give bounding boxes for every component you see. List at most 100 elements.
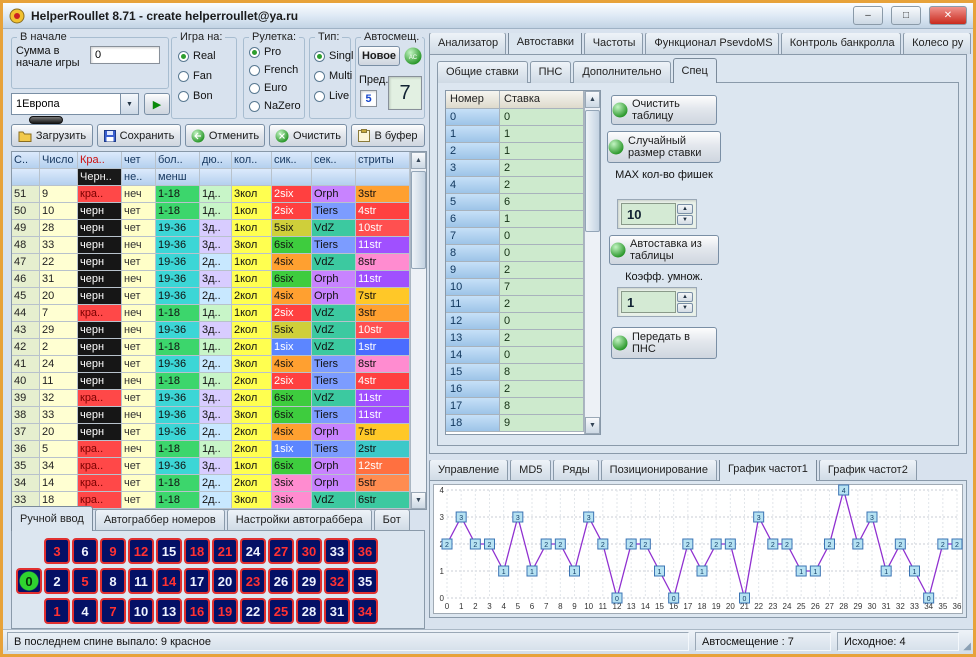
scrollbar-track[interactable] — [411, 169, 426, 492]
tab-number-grabber[interactable]: Автограббер номеров — [95, 509, 225, 531]
numpad-cell-16[interactable]: 16 — [184, 598, 210, 624]
bet-row[interactable]: 21 — [446, 143, 584, 160]
bet-row[interactable]: 140 — [446, 347, 584, 364]
numpad-cell-14[interactable]: 14 — [156, 568, 182, 594]
bet-row[interactable]: 70 — [446, 228, 584, 245]
minimize-button[interactable]: – — [853, 6, 883, 25]
scroll-down-icon[interactable]: ▼ — [411, 492, 426, 509]
numpad-cell-25[interactable]: 25 — [268, 598, 294, 624]
load-button[interactable]: Загрузить — [11, 124, 93, 147]
history-row[interactable]: 4520чернчет19-362д..2кол4sixOrph7str — [12, 288, 410, 305]
tab-psevdoms[interactable]: Функционал PsevdoMS — [645, 33, 778, 54]
numpad-cell-29[interactable]: 29 — [296, 568, 322, 594]
history-row[interactable]: 3932кра..чет19-363д..2кол6sixVdZ11str — [12, 390, 410, 407]
numpad-cell-36[interactable]: 36 — [352, 538, 378, 564]
small-toggle-button[interactable] — [29, 116, 63, 124]
bet-row[interactable]: 112 — [446, 296, 584, 313]
tab-rows[interactable]: Ряды — [553, 460, 598, 481]
history-row[interactable]: 4329черннеч19-363д..2кол5sixVdZ10str — [12, 322, 410, 339]
numpad-cell-2[interactable]: 2 — [44, 568, 70, 594]
radio-singl[interactable]: Singl — [314, 50, 353, 62]
numpad-cell-24[interactable]: 24 — [240, 538, 266, 564]
multiplier-input[interactable]: 1 — [621, 291, 676, 313]
tab-md5[interactable]: MD5 — [510, 460, 551, 481]
transfer-pns-button[interactable]: Передать в ПНС — [611, 327, 717, 359]
numpad-cell-34[interactable]: 34 — [352, 598, 378, 624]
tab-autobets[interactable]: Автоставки — [508, 33, 582, 54]
numpad-cell-13[interactable]: 13 — [156, 598, 182, 624]
numpad-cell-10[interactable]: 10 — [128, 598, 154, 624]
resize-grip[interactable]: ◢ — [963, 641, 971, 652]
tab-grabber-settings[interactable]: Настройки автограббера — [227, 509, 372, 531]
history-row[interactable]: 3720чернчет19-362д..2кол4sixOrph7str — [12, 424, 410, 441]
bet-row[interactable]: 189 — [446, 415, 584, 432]
bet-row[interactable]: 80 — [446, 245, 584, 262]
radio-french[interactable]: French — [249, 64, 298, 76]
history-row[interactable]: 3534кра..чет19-363д..1кол6sixOrph12str — [12, 458, 410, 475]
numpad-cell-11[interactable]: 11 — [128, 568, 154, 594]
history-scrollbar[interactable]: ▲ ▼ — [410, 152, 426, 509]
numpad-cell-20[interactable]: 20 — [212, 568, 238, 594]
tab-additional[interactable]: Дополнительно — [573, 61, 670, 83]
scroll-up-icon[interactable]: ▲ — [411, 152, 426, 169]
tab-bot[interactable]: Бот — [374, 509, 410, 531]
scroll-down-icon[interactable]: ▼ — [585, 417, 600, 434]
spin-up-icon[interactable]: ▲ — [677, 204, 693, 214]
numpad-cell-31[interactable]: 31 — [324, 598, 350, 624]
tab-positioning[interactable]: Позиционирование — [601, 460, 717, 481]
numpad-cell-21[interactable]: 21 — [212, 538, 238, 564]
tab-bankroll[interactable]: Контроль банкролла — [781, 33, 901, 54]
numpad-cell-22[interactable]: 22 — [240, 598, 266, 624]
numpad-cell-35[interactable]: 35 — [352, 568, 378, 594]
tab-freq-chart2[interactable]: График частот2 — [819, 460, 917, 481]
tab-freq-chart1[interactable]: График частот1 — [719, 460, 817, 481]
bet-row[interactable]: 32 — [446, 160, 584, 177]
new-autoshift-button[interactable]: Новое — [358, 46, 400, 66]
bet-row[interactable]: 56 — [446, 194, 584, 211]
clear-table-button[interactable]: Очистить таблицу — [611, 95, 717, 125]
bet-row[interactable]: 92 — [446, 262, 584, 279]
numpad-cell-27[interactable]: 27 — [268, 538, 294, 564]
history-row[interactable]: 4631черннеч19-363д..1кол6sixOrph11str — [12, 271, 410, 288]
radio-bon[interactable]: Bon — [178, 90, 213, 102]
maximize-button[interactable]: □ — [891, 6, 921, 25]
history-row[interactable]: 4722чернчет19-362д..1кол4sixVdZ8str — [12, 254, 410, 271]
spin-down-icon[interactable]: ▼ — [677, 303, 693, 313]
tab-analyzer[interactable]: Анализатор — [429, 33, 506, 54]
numpad-cell-33[interactable]: 33 — [324, 538, 350, 564]
chevron-down-icon[interactable]: ▼ — [120, 94, 138, 114]
bet-row[interactable]: 132 — [446, 330, 584, 347]
radio-multi[interactable]: Multi — [314, 70, 352, 82]
numpad-cell-15[interactable]: 15 — [156, 538, 182, 564]
radio-real[interactable]: Real — [178, 50, 216, 62]
bet-row[interactable]: 00 — [446, 109, 584, 126]
start-sum-input[interactable]: 0 — [90, 46, 160, 64]
tab-control[interactable]: Управление — [429, 460, 508, 481]
history-row[interactable]: 422чернчет1-181д..2кол1sixVdZ1str — [12, 339, 410, 356]
history-row[interactable]: 3414кра..чет1-182д..2кол3sixOrph5str — [12, 475, 410, 492]
bet-row[interactable]: 11 — [446, 126, 584, 143]
numpad-cell-3[interactable]: 3 — [44, 538, 70, 564]
bet-row[interactable]: 120 — [446, 313, 584, 330]
max-chips-input[interactable]: 10 — [621, 203, 676, 225]
numpad-cell-19[interactable]: 19 — [212, 598, 238, 624]
undo-button[interactable]: Отменить — [185, 124, 265, 147]
numpad-cell-7[interactable]: 7 — [100, 598, 126, 624]
scrollbar-thumb[interactable] — [585, 110, 600, 232]
play-button[interactable]: ▶ — [144, 93, 170, 115]
numpad-cell-8[interactable]: 8 — [100, 568, 126, 594]
history-row[interactable]: 4928чернчет19-363д..1кол5sixVdZ10str — [12, 220, 410, 237]
history-row[interactable]: 5010чернчет1-181д..1кол2sixTiers4str — [12, 203, 410, 220]
autobet-button[interactable]: Автоставка из таблицы — [609, 235, 719, 265]
bet-row[interactable]: 162 — [446, 381, 584, 398]
history-row[interactable]: 519кра..неч1-181д..3кол2sixOrph3str — [12, 186, 410, 203]
numpad-cell-26[interactable]: 26 — [268, 568, 294, 594]
radio-fan[interactable]: Fan — [178, 70, 212, 82]
history-row[interactable]: 4833черннеч19-363д..3кол6sixTiers11str — [12, 237, 410, 254]
numpad-cell-9[interactable]: 9 — [100, 538, 126, 564]
buffer-button[interactable]: В буфер — [351, 124, 425, 147]
numpad-cell-32[interactable]: 32 — [324, 568, 350, 594]
tab-frequencies[interactable]: Частоты — [584, 33, 644, 54]
scrollbar-track[interactable] — [585, 108, 600, 417]
history-row[interactable]: 4011черннеч1-181д..2кол2sixTiers4str — [12, 373, 410, 390]
